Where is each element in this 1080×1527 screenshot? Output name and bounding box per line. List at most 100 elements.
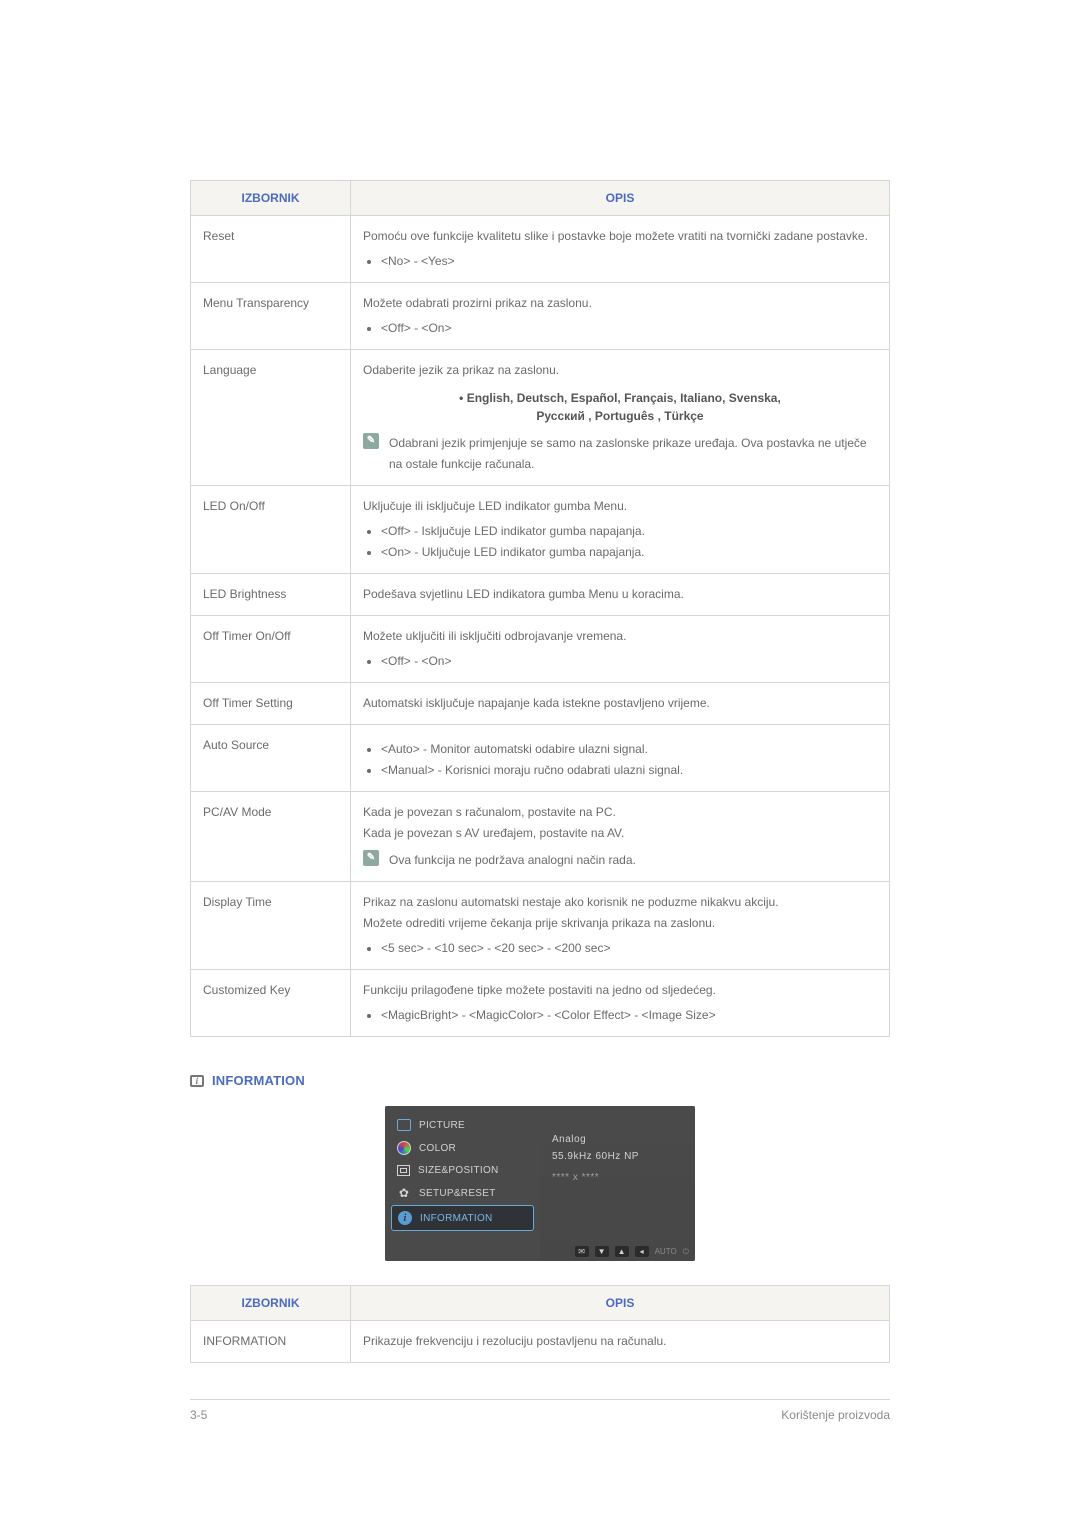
- col-header-menu: IZBORNIK: [191, 1286, 351, 1321]
- row-label: INFORMATION: [191, 1321, 351, 1363]
- table-row: Language Odaberite jezik za prikaz na za…: [191, 350, 890, 486]
- table-row: Reset Pomoću ove funkcije kvalitetu slik…: [191, 216, 890, 283]
- row-desc: Funkciju prilagođene tipke možete postav…: [351, 970, 890, 1037]
- desc-text: Možete odabrati prozirni prikaz na zaslo…: [363, 293, 877, 314]
- osd-frequency: 55.9kHz 60Hz NP: [552, 1151, 683, 1162]
- note-icon: ✎: [363, 850, 379, 866]
- row-desc: Podešava svjetlinu LED indikatora gumba …: [351, 574, 890, 616]
- table-row: PC/AV Mode Kada je povezan s računalom, …: [191, 792, 890, 882]
- row-desc: Možete odabrati prozirni prikaz na zaslo…: [351, 283, 890, 350]
- osd-resolution: **** x ****: [552, 1172, 683, 1183]
- osd-item-sizeposition: SIZE&POSITION: [391, 1160, 534, 1181]
- table-row: INFORMATION Prikazuje frekvenciju i rezo…: [191, 1321, 890, 1363]
- desc-text: Odaberite jezik za prikaz na zaslonu.: [363, 360, 877, 381]
- row-label: Off Timer Setting: [191, 683, 351, 725]
- desc-text: Možete uključiti ili isključiti odbrojav…: [363, 626, 877, 647]
- table-row: Menu Transparency Možete odabrati prozir…: [191, 283, 890, 350]
- osd-signal-type: Analog: [552, 1134, 683, 1145]
- osd-auto-label: AUTO: [655, 1247, 677, 1256]
- list-item: <MagicBright> - <MagicColor> - <Color Ef…: [381, 1005, 877, 1026]
- desc-text: Prikaz na zaslonu automatski nestaje ako…: [363, 892, 877, 913]
- table-row: LED On/Off Uključuje ili isključuje LED …: [191, 486, 890, 574]
- row-label: LED On/Off: [191, 486, 351, 574]
- row-label: Language: [191, 350, 351, 486]
- desc-text: Uključuje ili isključuje LED indikator g…: [363, 496, 877, 517]
- list-item: <Off> - Isključuje LED indikator gumba n…: [381, 521, 877, 542]
- list-item: <Off> - <On>: [381, 318, 877, 339]
- row-desc: Pomoću ove funkcije kvalitetu slike i po…: [351, 216, 890, 283]
- footer-page-number: 3-5: [190, 1408, 207, 1422]
- table-row: Off Timer Setting Automatski isključuje …: [191, 683, 890, 725]
- row-label: PC/AV Mode: [191, 792, 351, 882]
- footer-section-title: Korištenje proizvoda: [781, 1408, 890, 1422]
- info-note: ✎ Ova funkcija ne podržava analogni nači…: [363, 850, 877, 871]
- row-desc: Prikaz na zaslonu automatski nestaje ako…: [351, 882, 890, 970]
- col-header-menu: IZBORNIK: [191, 181, 351, 216]
- osd-detail-panel: Analog 55.9kHz 60Hz NP **** x ****: [540, 1106, 695, 1261]
- row-desc: Možete uključiti ili isključiti odbrojav…: [351, 616, 890, 683]
- col-header-desc: OPIS: [351, 1286, 890, 1321]
- note-icon: ✎: [363, 433, 379, 449]
- osd-menu: PICTURE COLOR SIZE&POSITION SETUP&RESET …: [385, 1106, 540, 1261]
- osd-button-bar: ✉ ▼ ▲ ◂ AUTO ⏻: [575, 1246, 689, 1257]
- note-text: Ova funkcija ne podržava analogni način …: [389, 850, 636, 871]
- info-circle-icon: i: [398, 1211, 412, 1225]
- color-icon: [397, 1141, 411, 1155]
- table-row: Customized Key Funkciju prilagođene tipk…: [191, 970, 890, 1037]
- osd-item-label: INFORMATION: [420, 1213, 493, 1224]
- list-item: <Auto> - Monitor automatski odabire ulaz…: [381, 739, 877, 760]
- section-heading-information: INFORMATION: [190, 1073, 890, 1088]
- row-label: Display Time: [191, 882, 351, 970]
- lang-list-line1: • English, Deutsch, Español, Français, I…: [459, 391, 781, 405]
- row-desc: Automatski isključuje napajanje kada ist…: [351, 683, 890, 725]
- list-item: <5 sec> - <10 sec> - <20 sec> - <200 sec…: [381, 938, 877, 959]
- osd-item-picture: PICTURE: [391, 1114, 534, 1136]
- page-footer: 3-5 Korištenje proizvoda: [190, 1399, 890, 1422]
- row-label: Reset: [191, 216, 351, 283]
- info-note: ✎ Odabrani jezik primjenjuje se samo na …: [363, 433, 877, 475]
- osd-item-label: SETUP&RESET: [419, 1188, 496, 1199]
- row-desc: Uključuje ili isključuje LED indikator g…: [351, 486, 890, 574]
- osd-btn-icon: ◂: [635, 1246, 649, 1257]
- gear-icon: [397, 1186, 411, 1200]
- row-desc: Prikazuje frekvenciju i rezoluciju posta…: [351, 1321, 890, 1363]
- list-item: <No> - <Yes>: [381, 251, 877, 272]
- table-row: Auto Source <Auto> - Monitor automatski …: [191, 725, 890, 792]
- table-row: Off Timer On/Off Možete uključiti ili is…: [191, 616, 890, 683]
- osd-btn-icon: ✉: [575, 1246, 589, 1257]
- desc-text-2: Možete odrediti vrijeme čekanja prije sk…: [363, 913, 877, 934]
- desc-text: Kada je povezan s računalom, postavite n…: [363, 802, 877, 823]
- list-item: <Off> - <On>: [381, 651, 877, 672]
- picture-icon: [397, 1119, 411, 1131]
- row-label: Off Timer On/Off: [191, 616, 351, 683]
- osd-item-setupreset: SETUP&RESET: [391, 1181, 534, 1205]
- row-desc: Kada je povezan s računalom, postavite n…: [351, 792, 890, 882]
- col-header-desc: OPIS: [351, 181, 890, 216]
- info-icon: [190, 1075, 204, 1087]
- desc-text: Pomoću ove funkcije kvalitetu slike i po…: [363, 226, 877, 247]
- osd-item-information: i INFORMATION: [391, 1205, 534, 1231]
- note-text: Odabrani jezik primjenjuje se samo na za…: [389, 433, 877, 475]
- list-item: <Manual> - Korisnici moraju ručno odabra…: [381, 760, 877, 781]
- row-label: Auto Source: [191, 725, 351, 792]
- page-content: IZBORNIK OPIS Reset Pomoću ove funkcije …: [0, 0, 1080, 1472]
- desc-text-2: Kada je povezan s AV uređajem, postavite…: [363, 823, 877, 844]
- row-label: Customized Key: [191, 970, 351, 1037]
- row-label: LED Brightness: [191, 574, 351, 616]
- osd-item-label: COLOR: [419, 1143, 456, 1154]
- table-row: Display Time Prikaz na zaslonu automatsk…: [191, 882, 890, 970]
- desc-text: Funkciju prilagođene tipke možete postav…: [363, 980, 877, 1001]
- section-heading-label: INFORMATION: [212, 1073, 305, 1088]
- settings-table-1: IZBORNIK OPIS Reset Pomoću ove funkcije …: [190, 180, 890, 1037]
- list-item: <On> - Uključuje LED indikator gumba nap…: [381, 542, 877, 563]
- osd-btn-icon: ▼: [595, 1246, 609, 1257]
- osd-screenshot: PICTURE COLOR SIZE&POSITION SETUP&RESET …: [385, 1106, 695, 1261]
- osd-item-color: COLOR: [391, 1136, 534, 1160]
- osd-item-label: PICTURE: [419, 1120, 465, 1131]
- osd-power-icon: ⏻: [683, 1247, 689, 1257]
- size-icon: [397, 1165, 410, 1176]
- lang-list-line2: Русский , Português , Türkçe: [536, 409, 703, 423]
- settings-table-2: IZBORNIK OPIS INFORMATION Prikazuje frek…: [190, 1285, 890, 1363]
- row-desc: Odaberite jezik za prikaz na zaslonu. • …: [351, 350, 890, 486]
- row-desc: <Auto> - Monitor automatski odabire ulaz…: [351, 725, 890, 792]
